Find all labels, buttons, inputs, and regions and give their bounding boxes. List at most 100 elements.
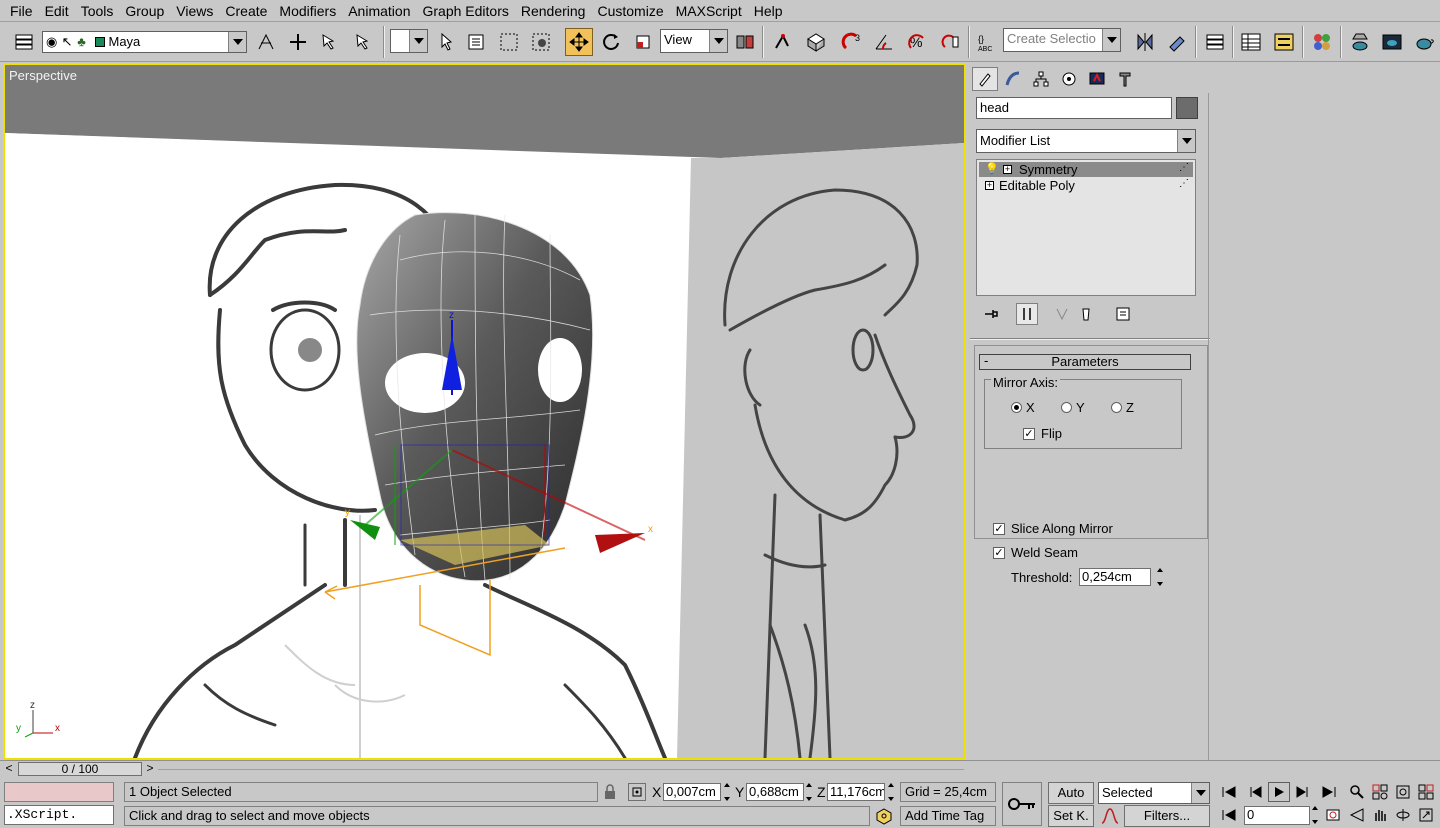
make-unique-icon[interactable] bbox=[1051, 303, 1073, 325]
freeze-icon[interactable]: ↖ bbox=[62, 32, 74, 52]
x-coordinate-input[interactable]: 0,007cm bbox=[663, 783, 721, 801]
menu-views[interactable]: Views bbox=[170, 1, 219, 21]
align-icon[interactable] bbox=[1163, 28, 1191, 56]
z-coordinate-input[interactable]: 11,176cm bbox=[827, 783, 885, 801]
select-link-icon[interactable] bbox=[316, 28, 344, 56]
layer-manager-icon[interactable] bbox=[10, 28, 38, 56]
display-tab-icon[interactable] bbox=[1084, 67, 1110, 91]
menu-rendering[interactable]: Rendering bbox=[515, 1, 592, 21]
perspective-viewport[interactable]: z x y z x y Perspective bbox=[3, 63, 966, 760]
absolute-mode-icon[interactable] bbox=[628, 783, 646, 801]
layer-dropdown[interactable]: ◉ ↖ ♣ Maya bbox=[42, 31, 247, 53]
pivot-center-icon[interactable] bbox=[731, 28, 759, 56]
zoom-extents-icon[interactable] bbox=[1392, 782, 1414, 802]
keyboard-shortcut-icon[interactable] bbox=[802, 28, 830, 56]
threshold-input[interactable]: 0,254cm bbox=[1079, 568, 1151, 586]
threshold-spinner[interactable] bbox=[1155, 568, 1165, 586]
key-mode-toggle-icon[interactable] bbox=[1218, 805, 1240, 825]
menu-group[interactable]: Group bbox=[119, 1, 170, 21]
object-name-field[interactable]: head bbox=[976, 97, 1172, 119]
axis-z-radio[interactable]: Z bbox=[1111, 400, 1134, 415]
window-crossing-icon[interactable] bbox=[527, 28, 555, 56]
stack-item-symmetry[interactable]: 💡 + Symmetry ⋰ bbox=[979, 162, 1193, 177]
menu-edit[interactable]: Edit bbox=[39, 1, 75, 21]
chevron-down-icon[interactable] bbox=[1177, 130, 1195, 152]
utilities-tab-icon[interactable] bbox=[1112, 67, 1138, 91]
select-object-icon[interactable] bbox=[432, 28, 460, 56]
configure-modifier-sets-icon[interactable] bbox=[1112, 303, 1134, 325]
menu-help[interactable]: Help bbox=[748, 1, 789, 21]
mirror-icon[interactable] bbox=[1131, 28, 1159, 56]
select-manipulate-icon[interactable] bbox=[768, 28, 796, 56]
slice-along-mirror-checkbox[interactable]: ✓ Slice Along Mirror bbox=[993, 521, 1113, 536]
go-to-end-icon[interactable] bbox=[1318, 782, 1340, 802]
maximize-viewport-icon[interactable] bbox=[1415, 805, 1437, 825]
snaps-toggle-icon[interactable]: 3 bbox=[838, 28, 866, 56]
render-teapot-icon[interactable] bbox=[1410, 28, 1438, 56]
render-setup-icon[interactable] bbox=[1346, 28, 1374, 56]
select-by-name-icon[interactable] bbox=[463, 28, 491, 56]
lock-icon[interactable] bbox=[603, 784, 617, 800]
axis-x-radio[interactable]: X bbox=[1011, 400, 1035, 415]
go-to-start-icon[interactable] bbox=[1218, 782, 1240, 802]
set-key-button[interactable]: Set K. bbox=[1048, 805, 1094, 827]
reference-coordinate-dropdown[interactable]: View bbox=[660, 29, 728, 53]
selection-filter-dropdown[interactable] bbox=[390, 29, 428, 53]
expand-plus-icon[interactable]: + bbox=[1003, 165, 1012, 174]
menu-create[interactable]: Create bbox=[219, 1, 273, 21]
chevron-down-icon[interactable] bbox=[1191, 783, 1209, 803]
curve-editor-icon[interactable] bbox=[1237, 28, 1265, 56]
pan-hand-icon[interactable] bbox=[1369, 805, 1391, 825]
time-next-button[interactable]: > bbox=[143, 762, 157, 776]
key-mode-curve-icon[interactable] bbox=[1100, 807, 1120, 825]
next-frame-icon[interactable] bbox=[1292, 782, 1314, 802]
current-frame-input[interactable]: 0 bbox=[1244, 806, 1310, 825]
create-layer-icon[interactable] bbox=[284, 28, 312, 56]
time-prev-button[interactable]: < bbox=[2, 762, 16, 776]
chevron-down-icon[interactable] bbox=[409, 30, 427, 52]
menu-graph-editors[interactable]: Graph Editors bbox=[416, 1, 514, 21]
edit-named-selection-icon[interactable]: {} ABC bbox=[973, 28, 1001, 56]
menu-modifiers[interactable]: Modifiers bbox=[273, 1, 342, 21]
viewport-label[interactable]: Perspective bbox=[9, 68, 77, 83]
play-icon[interactable] bbox=[1268, 782, 1290, 802]
create-tab-icon[interactable] bbox=[972, 67, 998, 91]
key-filter-dropdown[interactable]: Selected bbox=[1098, 782, 1210, 804]
zoom-extents-all-icon[interactable] bbox=[1415, 782, 1437, 802]
viewport-scene[interactable]: z x y z x y bbox=[5, 65, 964, 758]
menu-animation[interactable]: Animation bbox=[342, 1, 416, 21]
auto-key-button[interactable]: Auto bbox=[1048, 782, 1094, 804]
unlink-icon[interactable] bbox=[348, 28, 376, 56]
modifier-list-dropdown[interactable]: Modifier List bbox=[976, 129, 1196, 153]
menu-file[interactable]: File bbox=[4, 1, 39, 21]
modify-tab-icon[interactable] bbox=[1000, 67, 1026, 91]
collapse-minus-icon[interactable]: - bbox=[984, 354, 988, 368]
move-tool-icon[interactable] bbox=[565, 28, 593, 56]
add-time-tag-button[interactable]: Add Time Tag bbox=[900, 806, 996, 826]
z-spinner[interactable] bbox=[886, 783, 896, 801]
time-configuration-icon[interactable] bbox=[1322, 805, 1344, 825]
spinner-snap-icon[interactable] bbox=[936, 28, 964, 56]
flip-checkbox[interactable]: ✓ Flip bbox=[1023, 426, 1062, 441]
rotate-tool-icon[interactable] bbox=[597, 28, 625, 56]
named-selection-set-field[interactable]: Create Selectio bbox=[1003, 28, 1121, 52]
percent-snap-icon[interactable]: % bbox=[903, 28, 931, 56]
remove-modifier-icon[interactable] bbox=[1075, 303, 1097, 325]
y-spinner[interactable] bbox=[804, 783, 814, 801]
hierarchy-tab-icon[interactable] bbox=[1028, 67, 1054, 91]
expand-plus-icon[interactable]: + bbox=[985, 181, 994, 190]
previous-frame-icon[interactable] bbox=[1244, 782, 1266, 802]
set-key-icon[interactable] bbox=[1002, 782, 1042, 826]
menu-tools[interactable]: Tools bbox=[75, 1, 120, 21]
key-filters-button[interactable]: Filters... bbox=[1124, 805, 1210, 827]
chevron-down-icon[interactable] bbox=[1102, 29, 1120, 51]
angle-snap-icon[interactable] bbox=[870, 28, 898, 56]
schematic-view-icon[interactable] bbox=[1270, 28, 1298, 56]
weld-seam-checkbox[interactable]: ✓ Weld Seam bbox=[993, 545, 1078, 560]
field-of-view-icon[interactable] bbox=[1346, 805, 1368, 825]
stack-item-editable-poly[interactable]: + Editable Poly ⋰ bbox=[979, 178, 1193, 193]
zoom-all-icon[interactable] bbox=[1369, 782, 1391, 802]
show-end-result-icon[interactable] bbox=[1016, 303, 1038, 325]
y-coordinate-input[interactable]: 0,688cm bbox=[746, 783, 804, 801]
menu-maxscript[interactable]: MAXScript bbox=[670, 1, 748, 21]
